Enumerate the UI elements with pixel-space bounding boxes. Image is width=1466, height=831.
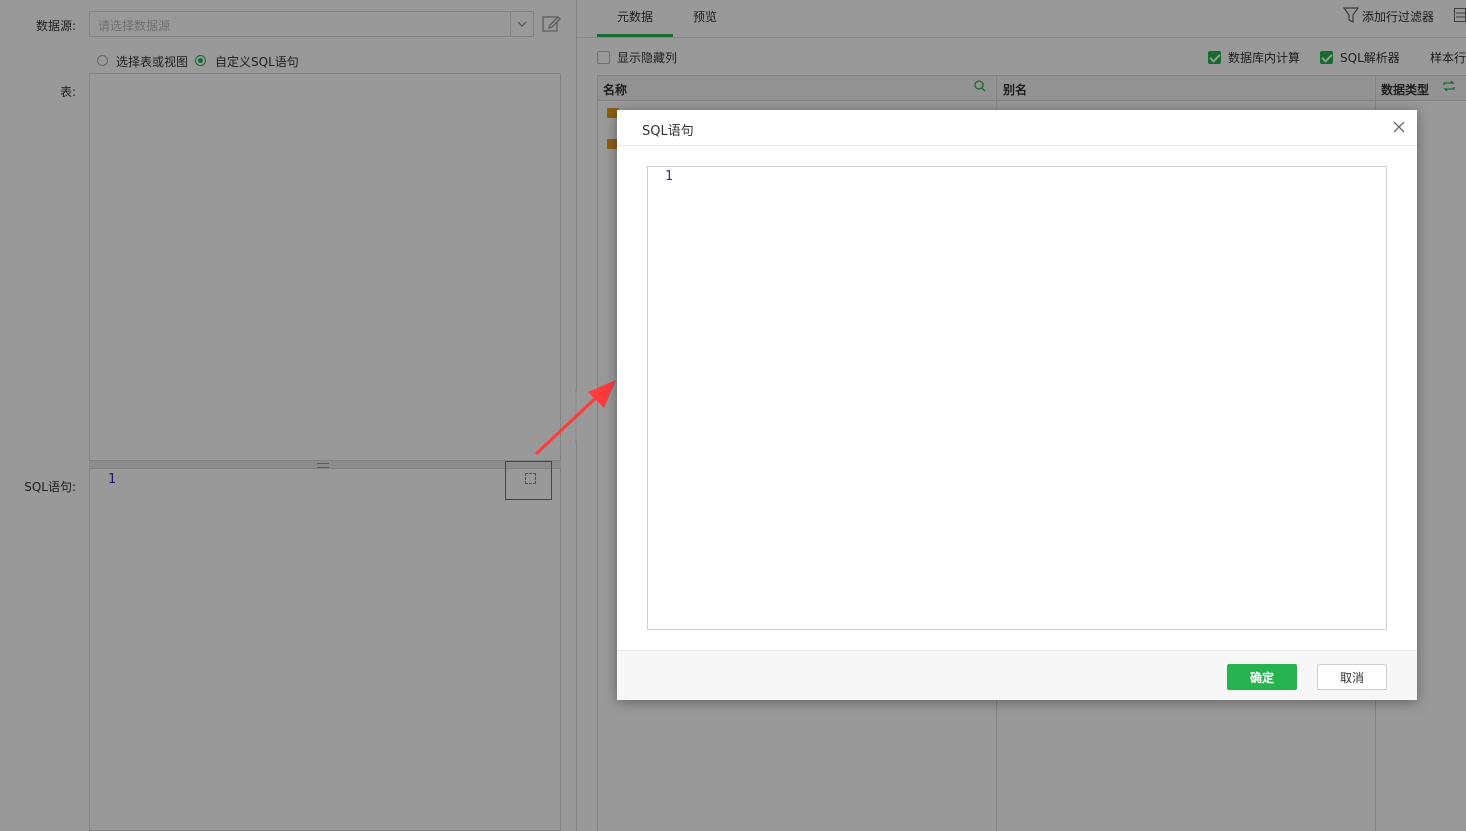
dialog-sql-editor[interactable]: 1 [647,166,1387,630]
close-icon[interactable] [1391,117,1407,137]
line-number: 1 [665,169,673,184]
dialog-header: SQL语句 [617,110,1417,146]
annotation-arrow-icon [534,380,616,456]
sql-dialog: SQL语句 1 确定 取消 [617,110,1417,700]
dialog-footer: 确定 取消 [617,650,1417,700]
ok-button[interactable]: 确定 [1227,664,1297,690]
dialog-title: SQL语句 [642,124,694,139]
cancel-button[interactable]: 取消 [1317,664,1387,690]
